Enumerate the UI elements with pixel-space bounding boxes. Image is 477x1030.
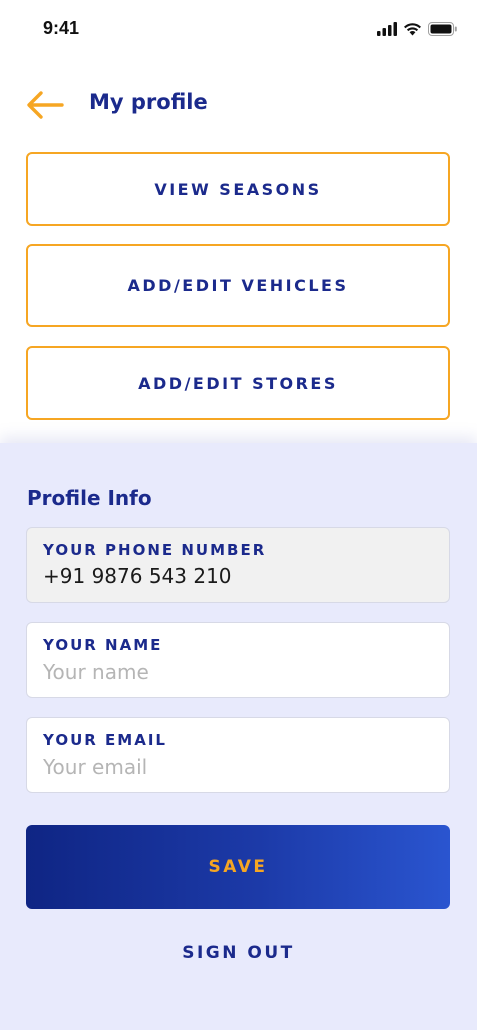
phone-number-field: YOUR PHONE NUMBER +91 9876 543 210 — [26, 527, 450, 603]
sign-out-button[interactable]: SIGN OUT — [0, 938, 477, 968]
back-button[interactable] — [24, 88, 66, 122]
status-icons — [377, 19, 457, 39]
battery-icon — [428, 22, 457, 36]
email-field[interactable]: YOUR EMAIL — [26, 717, 450, 793]
profile-info-title: Profile Info — [27, 486, 152, 510]
status-time: 9:41 — [43, 18, 80, 38]
add-edit-vehicles-button[interactable]: ADD/EDIT VEHICLES — [26, 244, 450, 327]
phone-number-value: +91 9876 543 210 — [43, 564, 232, 588]
header: My profile — [0, 78, 477, 132]
page-title: My profile — [89, 90, 208, 114]
email-label: YOUR EMAIL — [43, 731, 167, 749]
name-input[interactable] — [43, 657, 433, 687]
phone-number-label: YOUR PHONE NUMBER — [43, 541, 267, 559]
email-input[interactable] — [43, 752, 433, 782]
add-edit-stores-button[interactable]: ADD/EDIT STORES — [26, 346, 450, 420]
save-button[interactable]: SAVE — [26, 825, 450, 909]
name-field[interactable]: YOUR NAME — [26, 622, 450, 698]
name-label: YOUR NAME — [43, 636, 163, 654]
wifi-icon — [404, 23, 421, 36]
arrow-left-icon — [27, 91, 64, 119]
view-seasons-button[interactable]: VIEW SEASONS — [26, 152, 450, 226]
cellular-signal-icon — [377, 22, 397, 36]
status-bar: 9:41 — [0, 0, 477, 60]
